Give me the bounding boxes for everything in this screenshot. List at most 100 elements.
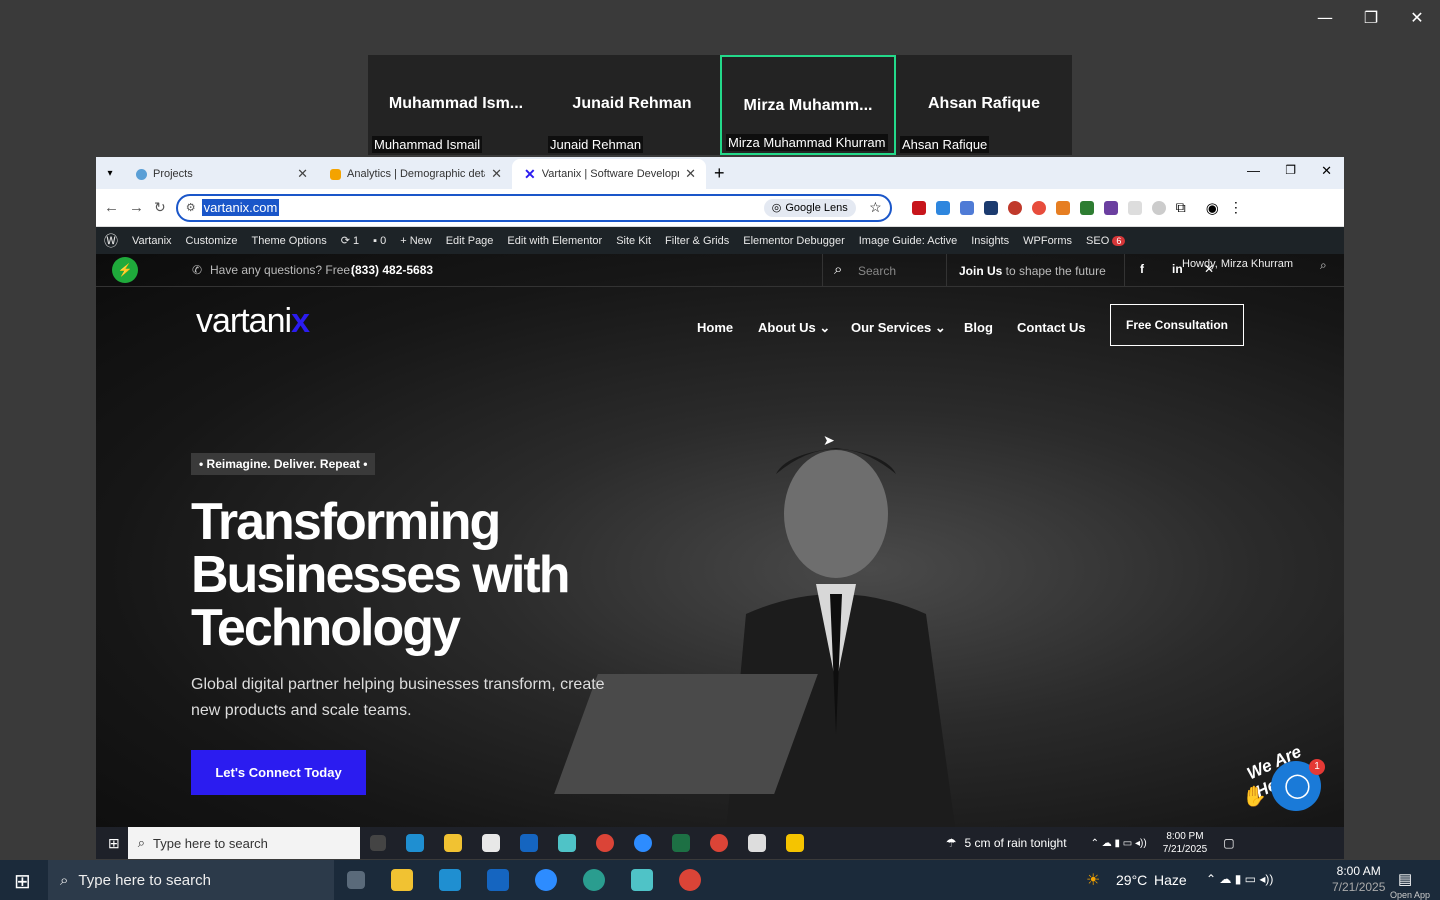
wp-site-name[interactable]: Vartanix <box>132 235 172 247</box>
admin-search-icon[interactable]: ⌕ <box>1320 258 1327 273</box>
counter-extension-icon[interactable] <box>1103 200 1118 215</box>
mail-icon[interactable] <box>519 834 538 852</box>
google-lens-button[interactable]: ◎ Google Lens <box>763 198 856 217</box>
tray-icons[interactable]: ⌃ ☁ ▮ ▭ ◂)) <box>1091 838 1147 849</box>
back-icon[interactable]: ← <box>104 199 119 216</box>
vartanix-logo[interactable]: vartanix <box>196 302 310 341</box>
doc-extension-icon[interactable] <box>959 200 974 215</box>
participant-tile[interactable]: Junaid Rehman Junaid Rehman <box>544 55 720 155</box>
close-icon[interactable]: ✕ <box>1405 8 1429 27</box>
participant-tile[interactable]: Ahsan Rafique Ahsan Rafique <box>896 55 1072 155</box>
taskbar-clock[interactable]: 8:00 AM 7/21/2025 <box>1332 863 1385 895</box>
sticky-notes-icon[interactable] <box>785 834 804 852</box>
facebook-icon[interactable]: f <box>1140 262 1144 276</box>
chrome-icon[interactable] <box>679 869 701 891</box>
wp-edit-elementor[interactable]: Edit with Elementor <box>507 235 602 247</box>
wp-seo[interactable]: SEO 6 <box>1086 235 1126 247</box>
phone-number[interactable]: (833) 482-5683 <box>351 263 433 277</box>
nav-services[interactable]: Our Services ⌄ <box>851 320 946 336</box>
browser-close-icon[interactable]: ✕ <box>1321 163 1332 179</box>
nav-blog[interactable]: Blog <box>964 320 993 335</box>
wp-filter-grids[interactable]: Filter & Grids <box>665 235 729 247</box>
chrome-icon[interactable] <box>595 834 614 852</box>
nav-about[interactable]: About Us ⌄ <box>758 320 830 336</box>
wp-elementor-debugger[interactable]: Elementor Debugger <box>743 235 845 247</box>
new-tab-icon[interactable]: + <box>714 163 725 184</box>
site-info-icon[interactable]: ⚙ <box>186 201 196 214</box>
close-tab-icon[interactable]: ✕ <box>685 166 696 182</box>
task-view-icon[interactable] <box>369 835 386 851</box>
tab-projects[interactable]: Projects ✕ <box>124 159 318 189</box>
edge-icon[interactable] <box>405 834 424 852</box>
tab-list-icon[interactable]: ▾ <box>96 168 124 179</box>
wp-edit-page[interactable]: Edit Page <box>446 235 494 247</box>
participant-tile-active[interactable]: Mirza Muhamm... Mirza Muhammad Khurram <box>720 55 896 155</box>
close-tab-icon[interactable]: ✕ <box>491 166 502 182</box>
taskbar-search[interactable]: ⌕ Type here to search <box>48 860 334 900</box>
edge-icon[interactable] <box>583 869 605 891</box>
mail-icon[interactable] <box>487 869 509 891</box>
color-extension-icon[interactable] <box>1007 200 1022 215</box>
nav-home[interactable]: Home <box>697 320 733 335</box>
wp-theme-options[interactable]: Theme Options <box>252 235 327 247</box>
weather-condition[interactable]: Haze <box>1154 872 1187 888</box>
close-tab-icon[interactable]: ✕ <box>297 166 308 182</box>
minimize-icon[interactable]: — <box>1313 8 1337 27</box>
ball-extension-icon[interactable] <box>1031 200 1046 215</box>
percent-extension-icon[interactable] <box>1055 200 1070 215</box>
task-view-icon[interactable] <box>347 871 365 889</box>
chrome-icon[interactable] <box>709 834 728 852</box>
url-text[interactable]: vartanix.com <box>201 199 280 216</box>
nav-contact[interactable]: Contact Us <box>1017 320 1086 335</box>
wordpress-logo-icon[interactable]: Ⓦ <box>104 231 118 251</box>
explorer-icon[interactable] <box>443 834 462 852</box>
free-consultation-button[interactable]: Free Consultation <box>1110 304 1244 346</box>
wp-image-guide[interactable]: Image Guide: Active <box>859 235 957 247</box>
restore-icon[interactable]: ❐ <box>1359 8 1383 27</box>
shield-extension-icon[interactable] <box>935 200 950 215</box>
pdf-extension-icon[interactable] <box>911 200 926 215</box>
windows-start-icon[interactable]: ⊞ <box>108 835 120 852</box>
menu-kebab-icon[interactable]: ⋮ <box>1229 199 1243 216</box>
bw-extension-icon[interactable] <box>1079 200 1094 215</box>
browser-restore-icon[interactable]: ❐ <box>1285 163 1296 177</box>
paint-icon[interactable] <box>747 834 766 852</box>
tab-analytics[interactable]: Analytics | Demographic details ✕ <box>318 159 512 189</box>
wp-insights[interactable]: Insights <box>971 235 1009 247</box>
store-icon[interactable] <box>481 834 500 852</box>
explorer-icon[interactable] <box>391 869 413 891</box>
chat-widget-button[interactable]: ◯ 1 <box>1271 759 1325 811</box>
performance-badge-icon[interactable]: ⚡ <box>112 257 138 283</box>
participant-tile[interactable]: Muhammad Ism... Muhammad Ismail <box>368 55 544 155</box>
app-icon[interactable] <box>557 834 576 852</box>
wp-updates[interactable]: ⟳ 1 <box>341 234 359 247</box>
tray-icons[interactable]: ⌃ ☁ ▮ ▭ ◂)) <box>1206 872 1273 886</box>
wp-new[interactable]: + New <box>400 235 432 247</box>
omnibox[interactable]: ⚙ vartanix.com ◎ Google Lens ☆ <box>175 193 892 222</box>
taskbar-search[interactable]: ⌕ Type here to search <box>127 827 360 859</box>
compass-extension-icon[interactable] <box>1151 200 1166 215</box>
notification-icon[interactable]: ▤ <box>1398 870 1412 888</box>
temperature[interactable]: 29°C <box>1116 872 1147 888</box>
wp-site-kit[interactable]: Site Kit <box>616 235 651 247</box>
profile-icon[interactable]: ◉ <box>1206 199 1219 217</box>
tab-vartanix[interactable]: ✕ Vartanix | Software Development ✕ <box>512 159 706 189</box>
zoom-icon[interactable] <box>535 869 557 891</box>
wp-comments[interactable]: ▪ 0 <box>373 235 386 247</box>
folder-extension-icon[interactable] <box>983 200 998 215</box>
store-icon[interactable] <box>439 869 461 891</box>
app-icon[interactable] <box>631 869 653 891</box>
windows-start-icon[interactable]: ⊞ <box>14 869 31 894</box>
wp-wpforms[interactable]: WPForms <box>1023 235 1072 247</box>
connect-cta-button[interactable]: Let's Connect Today <box>191 750 366 795</box>
browser-minimize-icon[interactable]: — <box>1247 163 1260 178</box>
site-search-input[interactable]: Search <box>858 264 896 278</box>
weather-text[interactable]: 5 cm of rain tonight <box>965 836 1067 850</box>
forward-icon[interactable]: → <box>129 199 144 216</box>
search-icon[interactable]: ⌕ <box>834 261 842 278</box>
notification-icon[interactable]: ▢ <box>1223 836 1234 850</box>
grey-extension-icon[interactable] <box>1127 200 1142 215</box>
excel-icon[interactable] <box>671 834 690 852</box>
wp-customize[interactable]: Customize <box>186 235 238 247</box>
extensions-puzzle-icon[interactable]: ⧉ <box>1176 199 1186 216</box>
